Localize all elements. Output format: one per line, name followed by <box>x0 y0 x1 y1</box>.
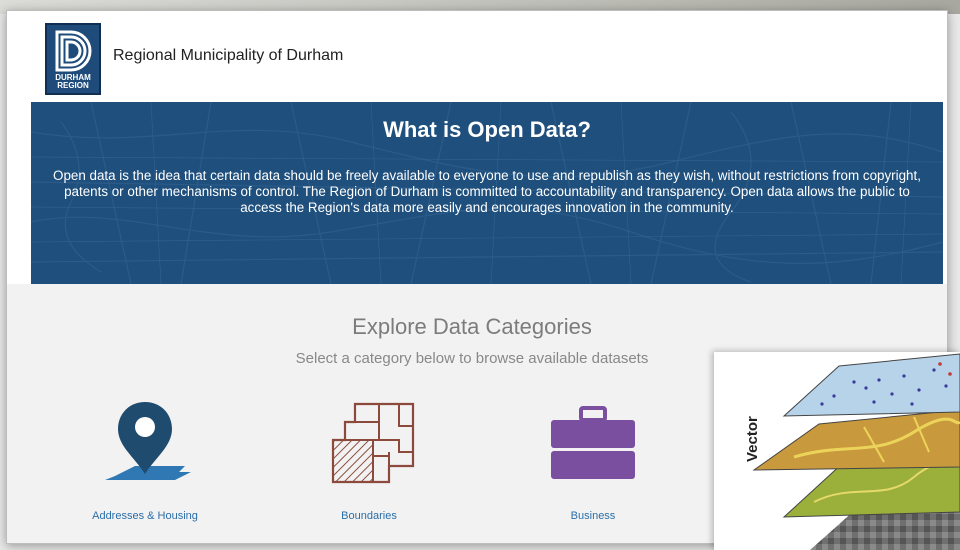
banner-title: What is Open Data? <box>383 117 591 142</box>
map-pin-icon <box>105 402 191 480</box>
category-label[interactable]: Business <box>503 510 683 522</box>
briefcase-icon <box>551 406 635 479</box>
logo-text: DURHAM REGION <box>47 74 99 90</box>
page-header: DURHAM REGION Regional Municipality of D… <box>7 11 947 101</box>
open-data-banner: What is Open Data? Open data is the idea… <box>31 102 943 284</box>
category-business[interactable]: Business <box>503 396 683 536</box>
durham-region-logo[interactable]: DURHAM REGION <box>45 23 101 95</box>
category-label[interactable]: Addresses & Housing <box>55 510 235 522</box>
org-name[interactable]: Regional Municipality of Durham <box>113 47 343 65</box>
category-boundaries[interactable]: Boundaries <box>279 396 459 536</box>
category-label[interactable]: Boundaries <box>279 510 459 522</box>
logo-text-line2: REGION <box>57 81 89 90</box>
banner-description: Open data is the idea that certain data … <box>53 168 921 215</box>
explore-title: Explore Data Categories <box>352 314 592 339</box>
category-addresses-housing[interactable]: Addresses & Housing <box>55 396 235 536</box>
gis-layers-icon <box>752 353 960 550</box>
durham-d-icon <box>55 30 92 72</box>
boundaries-icon <box>331 402 415 484</box>
gis-vector-layers-panel: Vector <box>714 352 960 550</box>
